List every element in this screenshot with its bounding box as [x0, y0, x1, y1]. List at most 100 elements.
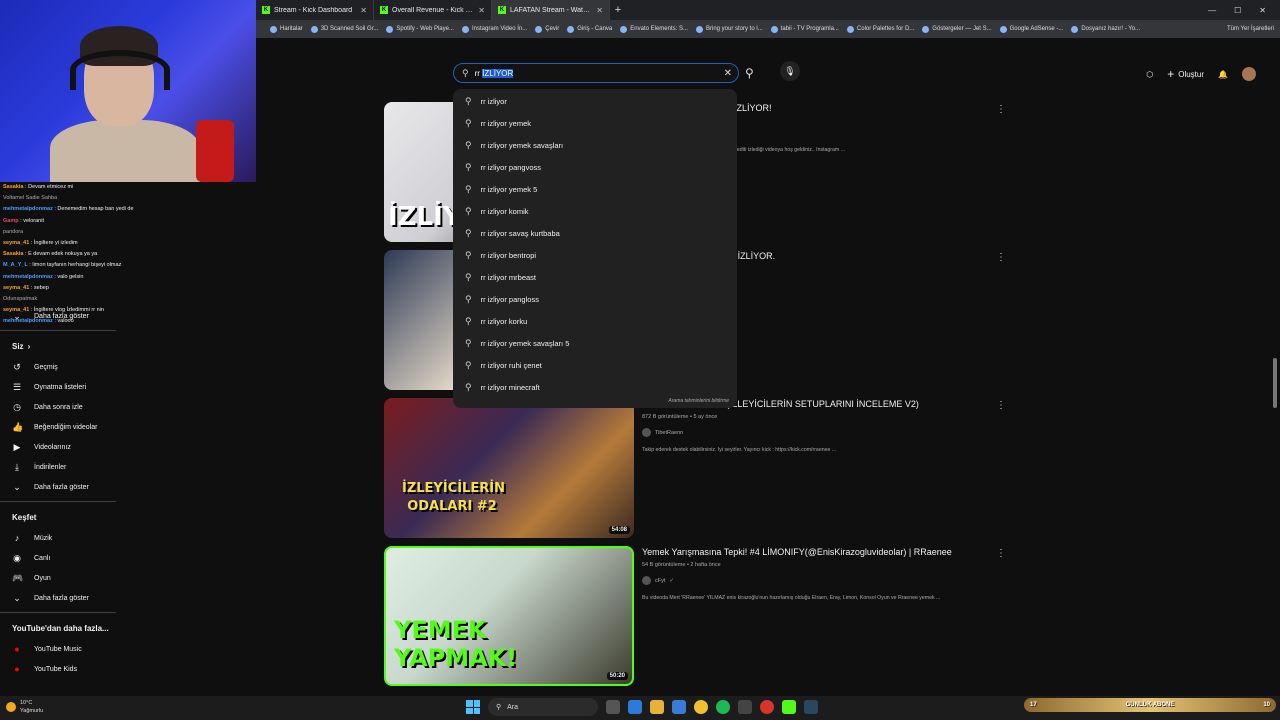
search-suggestion[interactable]: ⚲ rr izliyor korku — [453, 310, 737, 332]
sidebar-item[interactable]: ♪ Müzik — [0, 528, 120, 548]
steam-icon[interactable] — [804, 700, 818, 714]
taskbar-search[interactable]: ⚲ Ara — [488, 698, 598, 716]
bookmark-item[interactable]: Color Palettes for D... — [846, 25, 914, 33]
bookmark-item[interactable]: Göstergeler — Jet S... — [922, 25, 992, 33]
search-suggestion[interactable]: ⚲ rr izliyor yemek 5 — [453, 178, 737, 200]
chrome-icon[interactable] — [694, 700, 708, 714]
search-suggestion[interactable]: ⚲ rr izliyor pangvoss — [453, 156, 737, 178]
bookmark-item[interactable]: 3D Scanned Soil Gr... — [310, 25, 378, 33]
report-predictions-link[interactable]: Arama tahminlerini bildirme — [668, 398, 729, 404]
kick-icon: K — [380, 6, 388, 14]
search-suggestions-dropdown: ⚲ rr izliyor ⚲ rr izliyor yemek ⚲ rr izliyor … — [453, 89, 737, 408]
file-explorer-icon[interactable] — [650, 700, 664, 714]
search-suggestion[interactable]: ⚲ rr izliyor yemek savaşları — [453, 134, 737, 156]
chat-text: Devam etmicez mi — [28, 184, 74, 190]
minimize-button[interactable]: — — [1208, 6, 1216, 15]
more-options-icon[interactable]: ⋮ — [996, 548, 1006, 559]
your-videos-icon: ▶ — [13, 441, 21, 452]
bookmark-item[interactable]: Instagram Video İn... — [461, 25, 527, 33]
voice-search-button[interactable]: 🎙 — [780, 61, 800, 81]
close-icon[interactable]: ✕ — [596, 6, 603, 15]
new-tab-button[interactable]: + — [610, 4, 626, 16]
sidebar-item[interactable]: ◷ Daha sonra izle — [0, 397, 120, 417]
sidebar-item[interactable]: ⌄ Daha fazla göster — [0, 588, 120, 608]
sidebar-item[interactable]: ↺ Geçmiş — [0, 357, 120, 377]
youtube-sidebar: ⌄ Daha fazla göster Siz › ↺ Geçmiş ☰ Oynatma … — [0, 306, 120, 720]
browser-tab[interactable]: K Stream - Kick Dashboard ✕ — [256, 0, 374, 20]
search-suggestion[interactable]: ⚲ rr izliyor savaş kurtbaba — [453, 222, 737, 244]
bookmark-item[interactable]: Envato Elements: S... — [620, 25, 688, 33]
more-options-icon[interactable]: ⋮ — [996, 104, 1006, 115]
sidebar-show-more[interactable]: ⌄ Daha fazla göster — [0, 306, 120, 326]
create-button[interactable]: + Oluştur — [1167, 67, 1204, 81]
bookmark-item[interactable]: Çevir — [535, 25, 559, 33]
search-suggestion[interactable]: ⚲ rr izliyor yemek savaşları 5 — [453, 332, 737, 354]
search-suggestion[interactable]: ⚲ rr izliyor minecraft — [453, 376, 737, 398]
close-window-button[interactable]: ✕ — [1259, 6, 1266, 15]
video-result[interactable]: YEMEK YAPMAK! 50:20 Yemek Yarışmasına Te… — [384, 546, 1006, 686]
chat-username: seyma_41 — [3, 240, 30, 247]
notifications-icon[interactable]: 🔔 — [1218, 70, 1228, 79]
maximize-button[interactable]: ☐ — [1234, 6, 1241, 15]
sidebar-section-you[interactable]: Siz › — [0, 335, 120, 357]
weather-icon — [6, 702, 16, 712]
cast-icon[interactable]: ⬡ — [1146, 70, 1153, 79]
video-result[interactable]: İZLEYİCİLERİN ODALARI #2 54:08 EN NE YİY… — [384, 398, 1006, 538]
search-suggestion[interactable]: ⚲ rr izliyor bentropi — [453, 244, 737, 266]
store-icon[interactable] — [672, 700, 686, 714]
all-bookmarks[interactable]: Tüm Yer İşaretleri — [1227, 26, 1280, 32]
sidebar-item[interactable]: 👍 Beğendiğim videolar — [0, 417, 120, 437]
app-icon[interactable] — [738, 700, 752, 714]
sidebar-item[interactable]: ● YouTube Music — [0, 639, 120, 659]
close-icon[interactable]: ✕ — [478, 6, 485, 15]
bookmark-item[interactable]: tabii - TV Programla... — [770, 25, 839, 33]
browser-tab[interactable]: KOverall Revenue - Kick Dashboa✕ — [374, 0, 492, 20]
search-suggestion[interactable]: ⚲ rr izliyor pangloss — [453, 288, 737, 310]
search-suggestion[interactable]: ⚲ rr izliyor mrbeast — [453, 266, 737, 288]
close-icon[interactable]: ✕ — [360, 6, 367, 15]
sidebar-item[interactable]: ⤓ İndirilenler — [0, 457, 120, 477]
bookmark-item[interactable]: Spotify - Web Playe... — [386, 25, 454, 33]
browser-tab-active[interactable]: KLAFATAN Stream - Watch Live o✕ — [492, 0, 610, 20]
bookmark-item[interactable]: Giriş - Canva — [567, 25, 612, 33]
download-icon: ⤓ — [15, 461, 19, 472]
microphone — [196, 120, 234, 182]
more-options-icon[interactable]: ⋮ — [996, 252, 1006, 263]
sidebar-item[interactable]: ◉ Canlı — [0, 548, 120, 568]
sidebar-item[interactable]: ● YouTube Kids — [0, 659, 120, 679]
video-channel[interactable]: TibetRaenn — [642, 428, 982, 437]
bookmark-item[interactable]: Dosyanız hazır! - Yo... — [1071, 25, 1140, 33]
chat-username: Gamp — [3, 217, 19, 224]
task-view-icon[interactable] — [606, 700, 620, 714]
kick-app-icon[interactable] — [782, 700, 796, 714]
sidebar-item[interactable]: ⌄ Daha fazla göster — [0, 477, 120, 497]
search-suggestion[interactable]: ⚲ rr izliyor komik — [453, 200, 737, 222]
bookmark-item[interactable]: Haritalar — [270, 25, 303, 33]
sidebar-item[interactable]: 🎮 Oyun — [0, 568, 120, 588]
more-options-icon[interactable]: ⋮ — [996, 400, 1006, 411]
sidebar-item[interactable]: ☰ Oynatma listeleri — [0, 377, 120, 397]
search-input[interactable]: ⚲ rr İZLİYOR ✕ — [453, 63, 739, 83]
search-suggestion[interactable]: ⚲ rr izliyor — [453, 90, 737, 112]
windows-start-button[interactable] — [466, 700, 480, 714]
weather-widget[interactable]: 10°C Yağmurlu — [6, 699, 43, 715]
chat-text: valo gelsin — [57, 273, 84, 280]
clear-search-button[interactable]: ✕ — [724, 68, 732, 79]
widgets-icon[interactable] — [628, 700, 642, 714]
search-button[interactable]: ⚲ — [745, 66, 754, 80]
search-suggestion[interactable]: ⚲ rr izliyor yemek — [453, 112, 737, 134]
video-title[interactable]: Yemek Yarışmasına Tepki! #4 LİMONIFY(@En… — [642, 546, 982, 559]
search-icon: ⚲ — [462, 67, 469, 78]
video-channel[interactable]: cFyt ✓ — [642, 576, 982, 585]
avatar[interactable] — [1242, 67, 1256, 81]
app-icon[interactable] — [760, 700, 774, 714]
bookmark-item[interactable]: Google AdSense -... — [999, 25, 1063, 33]
video-thumbnail[interactable]: İZLEYİCİLERİN ODALARI #2 54:08 — [384, 398, 634, 538]
chat-text: Odunspatmak — [3, 296, 38, 303]
video-thumbnail[interactable]: YEMEK YAPMAK! 50:20 — [384, 546, 634, 686]
bookmark-item[interactable]: Bring your story to l... — [695, 25, 763, 33]
sidebar-item[interactable]: ▶ Videolarınız — [0, 437, 120, 457]
scrollbar[interactable] — [1273, 358, 1277, 408]
search-suggestion[interactable]: ⚲ rr izliyor ruhi çenet — [453, 354, 737, 376]
spotify-icon[interactable] — [716, 700, 730, 714]
